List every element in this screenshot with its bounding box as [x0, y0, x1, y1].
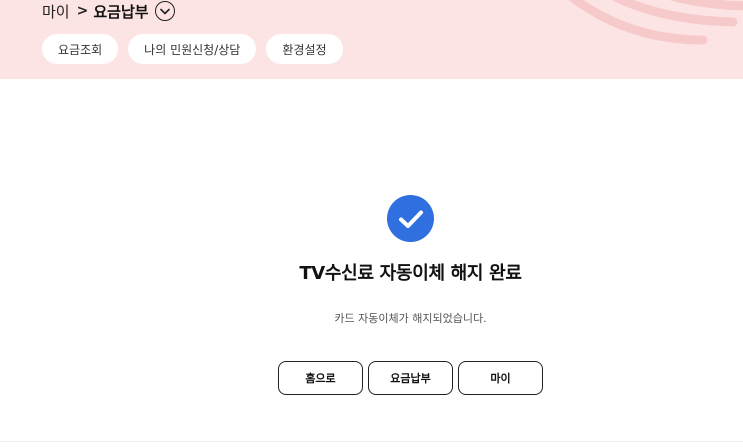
result-panel: TV수신료 자동이체 해지 완료 카드 자동이체가 해지되었습니다. 홈으로 요… — [0, 79, 743, 441]
header-decoration — [568, 0, 743, 45]
header-band: 마이 > 요금납부 요금조회 나의 민원신청/상담 환경설정 — [0, 0, 743, 79]
breadcrumb-separator: > — [76, 3, 89, 19]
chip-settings[interactable]: 환경설정 — [266, 34, 343, 64]
chip-my-complaints[interactable]: 나의 민원신청/상담 — [128, 34, 257, 64]
chevron-down-circle-icon[interactable] — [154, 1, 175, 21]
breadcrumb: 마이 > 요금납부 — [42, 0, 175, 22]
page: 마이 > 요금납부 요금조회 나의 민원신청/상담 환경설정 TV수신료 자동이… — [0, 0, 743, 447]
payment-button[interactable]: 요금납부 — [368, 361, 453, 395]
result-description: 카드 자동이체가 해지되었습니다. — [334, 312, 487, 325]
breadcrumb-home[interactable]: 마이 — [42, 1, 70, 22]
breadcrumb-current: 요금납부 — [93, 2, 149, 21]
result-title: TV수신료 자동이체 해지 완료 — [299, 263, 522, 284]
check-circle-icon — [387, 195, 434, 242]
my-button[interactable]: 마이 — [458, 361, 543, 395]
chip-fee-inquiry[interactable]: 요금조회 — [42, 34, 119, 64]
divider — [0, 441, 743, 442]
home-button[interactable]: 홈으로 — [278, 361, 363, 395]
action-buttons: 홈으로 요금납부 마이 — [278, 361, 543, 395]
sub-menu: 요금조회 나의 민원신청/상담 환경설정 — [42, 34, 343, 64]
